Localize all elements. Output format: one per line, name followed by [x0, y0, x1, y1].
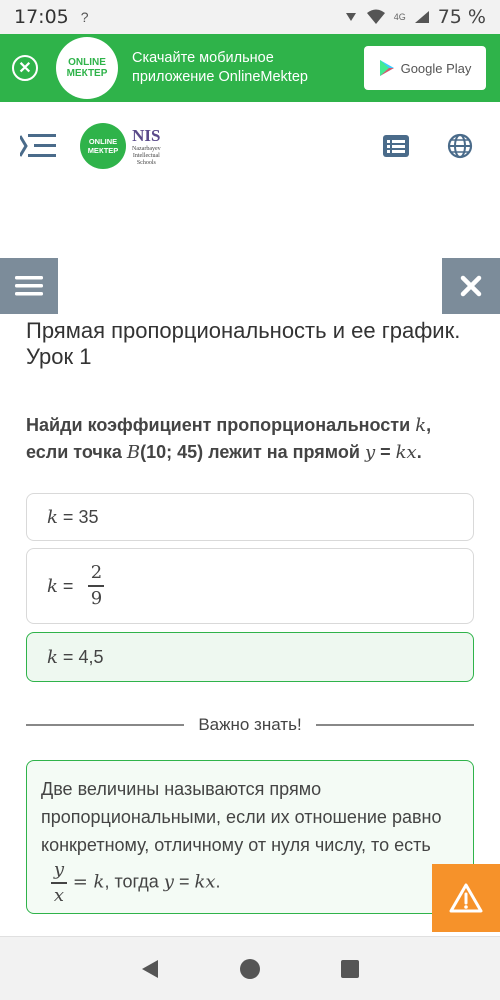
- notification-icon: ?: [80, 9, 89, 25]
- divider-line-left: [26, 724, 185, 726]
- question-point: B: [126, 442, 141, 463]
- google-play-icon: [379, 60, 394, 76]
- promo-logo-line2: МЕКТЕР: [66, 68, 108, 79]
- info-fraction: y x: [51, 859, 67, 907]
- home-icon[interactable]: [239, 958, 261, 980]
- info-fraction-bar: [51, 882, 67, 884]
- info-dot: .: [215, 871, 221, 892]
- promo-text: Скачайте мобильное приложение OnlineMekt…: [132, 50, 308, 85]
- info-denominator: x: [53, 884, 65, 906]
- side-menu-button[interactable]: [0, 258, 58, 314]
- option-2-numerator: 2: [90, 562, 103, 584]
- recents-icon[interactable]: [340, 959, 360, 979]
- option-3-eq: =: [57, 646, 79, 667]
- option-1-var: k: [47, 506, 58, 528]
- site-header: ONLINE МЕКТЕР NIS Nazarbayev Intellectua…: [0, 102, 500, 190]
- battery-percent: 75 %: [437, 6, 486, 28]
- status-bar: 17:05 ? 4G 75 %: [0, 0, 500, 34]
- warning-icon: [449, 883, 483, 913]
- status-time: 17:05: [14, 6, 69, 28]
- question-dot: .: [416, 442, 422, 462]
- info-text: Две величины называются прямо пропорцион…: [41, 779, 442, 855]
- question-part3: (10; 45) лежит на прямой: [140, 442, 365, 462]
- info-box: Две величины называются прямо пропорцион…: [26, 760, 474, 914]
- side-close-button[interactable]: [442, 258, 500, 314]
- google-play-label: Google Play: [400, 60, 472, 76]
- globe-icon[interactable]: [446, 132, 474, 160]
- header-logo-line1: ONLINE: [88, 137, 118, 146]
- promo-logo: ONLINE МЕКТЕР: [56, 37, 118, 99]
- close-icon: [460, 275, 482, 297]
- wifi-icon: [366, 9, 385, 24]
- answer-option-2[interactable]: k = 2 9: [26, 548, 474, 624]
- network-label: 4G: [393, 12, 406, 22]
- hamburger-icon: [15, 276, 43, 296]
- header-logo-line2: МЕКТЕР: [87, 146, 119, 155]
- answer-option-1[interactable]: k = 35: [26, 493, 474, 541]
- info-mid: , тогда: [104, 871, 164, 892]
- question-k: k: [415, 415, 427, 436]
- collapse-menu-icon[interactable]: [20, 132, 56, 160]
- info-numerator: y: [53, 859, 65, 880]
- answer-option-3[interactable]: k = 4,5: [26, 632, 474, 682]
- list-icon[interactable]: [382, 132, 410, 160]
- option-2-denominator: 9: [90, 587, 103, 609]
- status-right: 4G 75 %: [344, 6, 486, 28]
- divider-label: Важно знать!: [198, 715, 302, 734]
- google-play-button[interactable]: Google Play: [364, 46, 486, 90]
- question-y: y: [364, 442, 376, 463]
- option-1-eq: =: [57, 506, 79, 527]
- option-2-eq: =: [57, 575, 79, 596]
- nis-sub-line1: Nazarbayev: [132, 145, 161, 152]
- info-eq: =: [173, 871, 195, 892]
- onlinemektep-logo[interactable]: ONLINE МЕКТЕР: [80, 123, 126, 169]
- nis-sub-line2: Intellectual: [132, 152, 160, 159]
- back-icon[interactable]: [140, 958, 160, 980]
- report-problem-button[interactable]: [432, 864, 500, 932]
- option-2-fraction: 2 9: [88, 562, 105, 610]
- promo-close-icon[interactable]: ✕: [12, 55, 38, 81]
- option-2-var: k: [47, 575, 58, 597]
- header-actions: [382, 132, 474, 160]
- option-3-var: k: [47, 646, 58, 668]
- option-1-value: 35: [78, 506, 99, 527]
- system-nav-bar: [0, 936, 500, 1000]
- nis-logo-text: NIS: [132, 125, 161, 145]
- question-part1: Найди коэффициент пропорциональности: [26, 415, 416, 435]
- nis-sub-line3: Schools: [136, 159, 156, 166]
- important-divider: Важно знать!: [26, 712, 474, 738]
- app-promo-banner: ✕ ONLINE МЕКТЕР Скачайте мобильное прило…: [0, 34, 500, 102]
- info-y: y: [163, 871, 174, 893]
- question-text: Найди коэффициент пропорциональности k, …: [26, 412, 476, 466]
- info-eq-k: = k: [67, 871, 105, 893]
- option-3-value: 4,5: [78, 646, 104, 667]
- divider-line-right: [315, 724, 474, 726]
- signal-icon: [414, 11, 429, 23]
- question-eq: =: [375, 442, 396, 462]
- vibrate-icon: [345, 13, 356, 21]
- question-kx: kx: [395, 442, 417, 463]
- info-kx: kx: [194, 871, 216, 893]
- lesson-title: Прямая пропорциональность и ее график. У…: [26, 318, 461, 369]
- fraction-bar: [88, 585, 105, 587]
- promo-logo-line1: ONLINE: [68, 57, 106, 68]
- nis-logo: NIS Nazarbayev Intellectual Schools: [132, 126, 161, 167]
